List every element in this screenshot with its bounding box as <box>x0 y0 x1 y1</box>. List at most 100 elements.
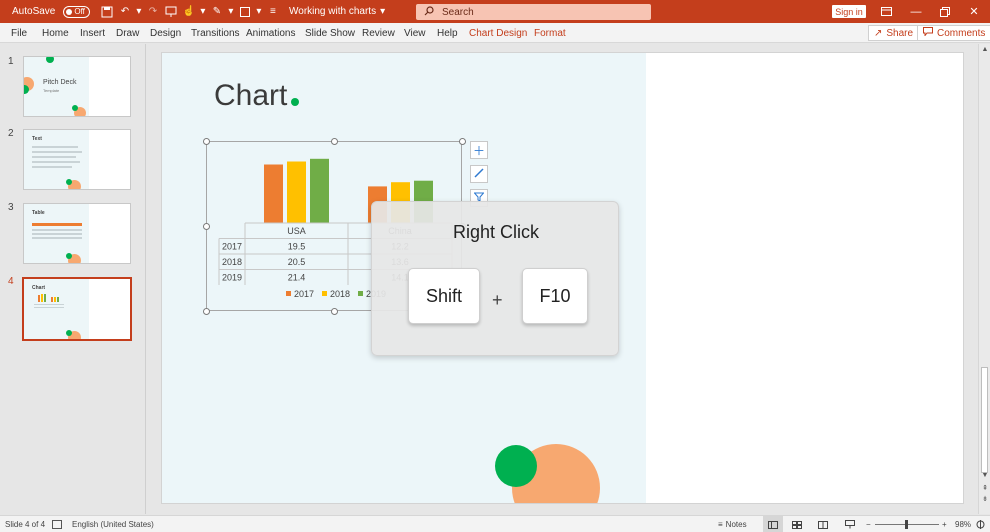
thumb-text-line <box>32 151 82 153</box>
fit-slide-icon[interactable] <box>976 516 985 532</box>
tab-slide-show[interactable]: Slide Show <box>305 23 355 43</box>
vertical-scrollbar[interactable]: ▲ ▼ ⇞ ⇟ <box>978 44 990 514</box>
tab-design[interactable]: Design <box>150 23 181 43</box>
resize-handle[interactable] <box>203 138 210 145</box>
slide-thumbnail-1[interactable]: Pitch Deck Template <box>23 56 131 117</box>
normal-view-icon[interactable] <box>763 516 783 532</box>
tab-file[interactable]: File <box>11 23 27 43</box>
scroll-up-icon[interactable]: ▲ <box>980 46 990 53</box>
thumb-title: Table <box>32 210 45 216</box>
tab-view[interactable]: View <box>404 23 426 43</box>
minimize-icon[interactable]: — <box>902 0 930 23</box>
resize-handle[interactable] <box>203 223 210 230</box>
thumb-number: 4 <box>8 276 14 287</box>
close-icon[interactable]: ✕ <box>960 0 988 23</box>
thumb-table-row <box>32 229 82 231</box>
autosave-control[interactable]: AutoSave Off <box>0 0 90 23</box>
thumb-title: Text <box>32 136 42 142</box>
thumb-title: Pitch Deck <box>43 79 77 86</box>
notes-button[interactable]: ≡ Notes <box>718 516 747 532</box>
customize-toolbar-icon[interactable]: ≡ <box>264 0 282 23</box>
slide-thumbnail-3[interactable]: Table <box>23 203 131 264</box>
thumb-text-line <box>32 166 72 168</box>
slide-thumbnail-pane: 1 Pitch Deck Template 2 Text 3 Table 4 C <box>0 44 146 514</box>
autosave-label: AutoSave <box>12 6 56 17</box>
shift-key: Shift <box>408 268 480 324</box>
tab-draw[interactable]: Draw <box>116 23 139 43</box>
thumb-subtitle: Template <box>43 88 60 93</box>
ribbon-display-icon[interactable] <box>872 0 900 23</box>
resize-handle[interactable] <box>459 138 466 145</box>
reading-view-icon[interactable] <box>818 516 828 532</box>
touch-mode-icon[interactable]: ☝ <box>180 0 198 23</box>
redo-icon[interactable]: ↷ <box>144 0 162 23</box>
zoom-in-button[interactable]: + <box>942 516 947 532</box>
shape-icon[interactable] <box>236 0 254 23</box>
share-button[interactable]: ↗ Share <box>868 25 920 41</box>
chart-styles-button[interactable] <box>470 165 488 183</box>
pen-dropdown-icon[interactable]: ▾ <box>226 0 236 23</box>
search-box[interactable]: Search <box>416 4 651 20</box>
tab-animations[interactable]: Animations <box>246 23 295 43</box>
tab-review[interactable]: Review <box>362 23 395 43</box>
thumb-table-row <box>34 304 64 305</box>
slide-thumbnail-2[interactable]: Text <box>23 129 131 190</box>
scroll-down-icon[interactable]: ▼ <box>980 472 990 479</box>
zoom-out-button[interactable]: − <box>866 516 871 532</box>
slide-show-icon[interactable] <box>845 516 855 532</box>
undo-icon[interactable]: ↶ <box>116 0 134 23</box>
resize-handle[interactable] <box>331 138 338 145</box>
language-indicator[interactable]: English (United States) <box>72 516 154 532</box>
scrollbar-thumb[interactable] <box>981 367 988 473</box>
touch-dropdown-icon[interactable]: ▾ <box>198 0 208 23</box>
plus-icon: ＋ <box>472 143 485 158</box>
thumb-table-row <box>32 237 82 239</box>
restore-icon[interactable] <box>931 0 959 23</box>
slide-thumbnail-4[interactable]: Chart <box>22 277 132 341</box>
tab-home[interactable]: Home <box>42 23 69 43</box>
previous-slide-icon[interactable]: ⇞ <box>980 484 990 492</box>
tab-chart-design[interactable]: Chart Design <box>469 23 527 43</box>
slide-title[interactable]: Chart <box>214 79 300 113</box>
tab-transitions[interactable]: Transitions <box>191 23 240 43</box>
thumb-table-row <box>32 233 82 235</box>
tab-format[interactable]: Format <box>534 23 566 43</box>
comments-button[interactable]: Comments <box>917 25 990 41</box>
pen-icon[interactable]: ✎ <box>208 0 226 23</box>
document-title[interactable]: Working with charts ▾ <box>289 0 385 23</box>
spell-check-icon[interactable] <box>52 516 62 532</box>
zoom-level[interactable]: 98% <box>955 516 971 532</box>
thumb-circle <box>66 253 72 259</box>
decorative-green-circle <box>495 445 537 487</box>
resize-handle[interactable] <box>203 308 210 315</box>
shape-dropdown-icon[interactable]: ▾ <box>254 0 264 23</box>
title-bar: AutoSave Off ↶ ▾ ↷ ☝ ▾ ✎ ▾ ▾ ≡ Working w… <box>0 0 990 23</box>
status-bar: Slide 4 of 4 English (United States) ≡ N… <box>0 515 990 532</box>
zoom-slider-thumb[interactable] <box>905 520 908 529</box>
present-icon[interactable] <box>162 0 180 23</box>
notes-label: Notes <box>725 520 747 529</box>
autosave-state: Off <box>74 7 85 16</box>
doc-title-text: Working with charts <box>289 6 377 17</box>
thumb-text-line <box>32 161 80 163</box>
tab-help[interactable]: Help <box>437 23 458 43</box>
autosave-toggle[interactable]: Off <box>63 5 90 18</box>
thumb-number: 3 <box>8 202 14 213</box>
notes-icon: ≡ <box>718 520 723 529</box>
thumb-circle <box>66 179 72 185</box>
toggle-knob-icon <box>66 8 73 15</box>
slide-title-text: Chart <box>214 79 288 112</box>
sign-in-button[interactable]: Sign in <box>832 5 866 18</box>
tab-insert[interactable]: Insert <box>80 23 105 43</box>
save-icon[interactable] <box>98 0 116 23</box>
thumb-text-line <box>32 146 78 148</box>
undo-dropdown-icon[interactable]: ▾ <box>134 0 144 23</box>
thumb-number: 1 <box>8 56 14 67</box>
thumb-bar <box>44 294 46 302</box>
next-slide-icon[interactable]: ⇟ <box>980 495 990 503</box>
slide-sorter-icon[interactable] <box>792 516 802 532</box>
chart-elements-button[interactable]: ＋ <box>470 141 488 159</box>
resize-handle[interactable] <box>331 308 338 315</box>
ribbon-tabs: File Home Insert Draw Design Transitions… <box>0 23 990 43</box>
brush-icon <box>474 167 484 181</box>
